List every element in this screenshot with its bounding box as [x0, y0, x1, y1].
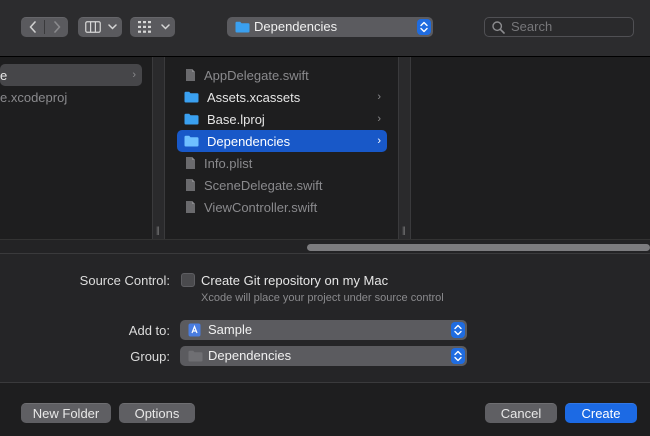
forward-button[interactable]: [45, 17, 68, 37]
item-label: Info.plist: [204, 155, 253, 171]
browser-item-scenedelegate[interactable]: SceneDelegate.swift: [177, 174, 387, 196]
chevron-right-icon: ›: [132, 69, 136, 81]
search-field[interactable]: Search: [484, 17, 634, 37]
folder-icon: [184, 135, 199, 147]
scrollbar-thumb[interactable]: [307, 244, 650, 251]
location-popup[interactable]: Dependencies: [227, 17, 433, 37]
item-label: Base.lproj: [207, 111, 265, 127]
folder-icon: [235, 21, 250, 33]
column-divider[interactable]: ||: [398, 57, 411, 239]
search-icon: [492, 21, 505, 34]
browser-item-dependencies[interactable]: Dependencies ›: [177, 130, 387, 152]
browser-item-info-plist[interactable]: Info.plist: [177, 152, 387, 174]
new-folder-button[interactable]: New Folder: [21, 403, 111, 423]
create-button[interactable]: Create: [565, 403, 637, 423]
git-checkbox[interactable]: [181, 273, 195, 287]
chevron-right-icon: [53, 21, 61, 33]
group-value: Dependencies: [208, 348, 292, 363]
chevron-right-icon: ›: [377, 113, 381, 125]
document-icon: [185, 156, 196, 170]
group-label: Group:: [130, 349, 170, 364]
chevron-right-icon: ›: [377, 135, 381, 147]
view-mode-button[interactable]: [78, 17, 122, 37]
item-label: SceneDelegate.swift: [204, 177, 323, 193]
folder-icon: [184, 113, 199, 125]
add-to-label: Add to:: [128, 323, 170, 338]
updown-chevron-icon: [417, 19, 431, 35]
document-icon: [185, 178, 196, 192]
item-label: Dependencies: [207, 133, 291, 149]
item-label: e: [0, 67, 8, 83]
horizontal-scrollbar[interactable]: [0, 239, 650, 254]
add-to-value: Sample: [208, 322, 253, 337]
group-select[interactable]: Dependencies: [180, 346, 467, 366]
chevron-down-icon: [106, 17, 118, 37]
group-button[interactable]: [130, 17, 175, 37]
chevron-left-icon: [29, 21, 37, 33]
xcode-project-icon: [188, 323, 201, 337]
browser-item-appdelegate[interactable]: AppDelegate.swift: [177, 64, 387, 86]
item-label: e.xcodeproj: [0, 89, 68, 105]
browser-item-project[interactable]: e ›: [0, 64, 142, 86]
divider: [0, 382, 650, 383]
browser-item-base-lproj[interactable]: Base.lproj ›: [177, 108, 387, 130]
folder-icon: [184, 91, 199, 103]
document-icon: [185, 200, 196, 214]
nav-buttons: [21, 17, 68, 37]
columns-view-icon: [84, 17, 102, 37]
empty-column: [411, 57, 650, 239]
location-label: Dependencies: [254, 19, 338, 34]
column-divider[interactable]: ||: [152, 57, 165, 239]
browser-item-viewcontroller[interactable]: ViewController.swift: [177, 196, 387, 218]
git-hint: Xcode will place your project under sour…: [201, 292, 444, 304]
item-label: AppDelegate.swift: [204, 67, 309, 83]
chevron-down-icon: [159, 17, 171, 37]
git-checkbox-label[interactable]: Create Git repository on my Mac: [201, 273, 388, 288]
add-to-select[interactable]: Sample: [180, 320, 467, 340]
updown-chevron-icon: [451, 322, 465, 338]
back-button[interactable]: [21, 17, 44, 37]
grid-icon: [137, 17, 153, 37]
search-placeholder: Search: [511, 19, 553, 34]
cancel-button[interactable]: Cancel: [485, 403, 557, 423]
folder-icon: [188, 350, 203, 362]
browser-item-assets[interactable]: Assets.xcassets ›: [177, 86, 387, 108]
item-label: ViewController.swift: [204, 199, 318, 215]
options-button[interactable]: Options: [119, 403, 195, 423]
source-control-label: Source Control:: [79, 273, 170, 288]
browser-item-xcodeproj[interactable]: e.xcodeproj: [0, 86, 142, 108]
item-label: Assets.xcassets: [207, 89, 301, 105]
chevron-right-icon: ›: [377, 91, 381, 103]
updown-chevron-icon: [451, 348, 465, 364]
document-icon: [185, 68, 196, 82]
